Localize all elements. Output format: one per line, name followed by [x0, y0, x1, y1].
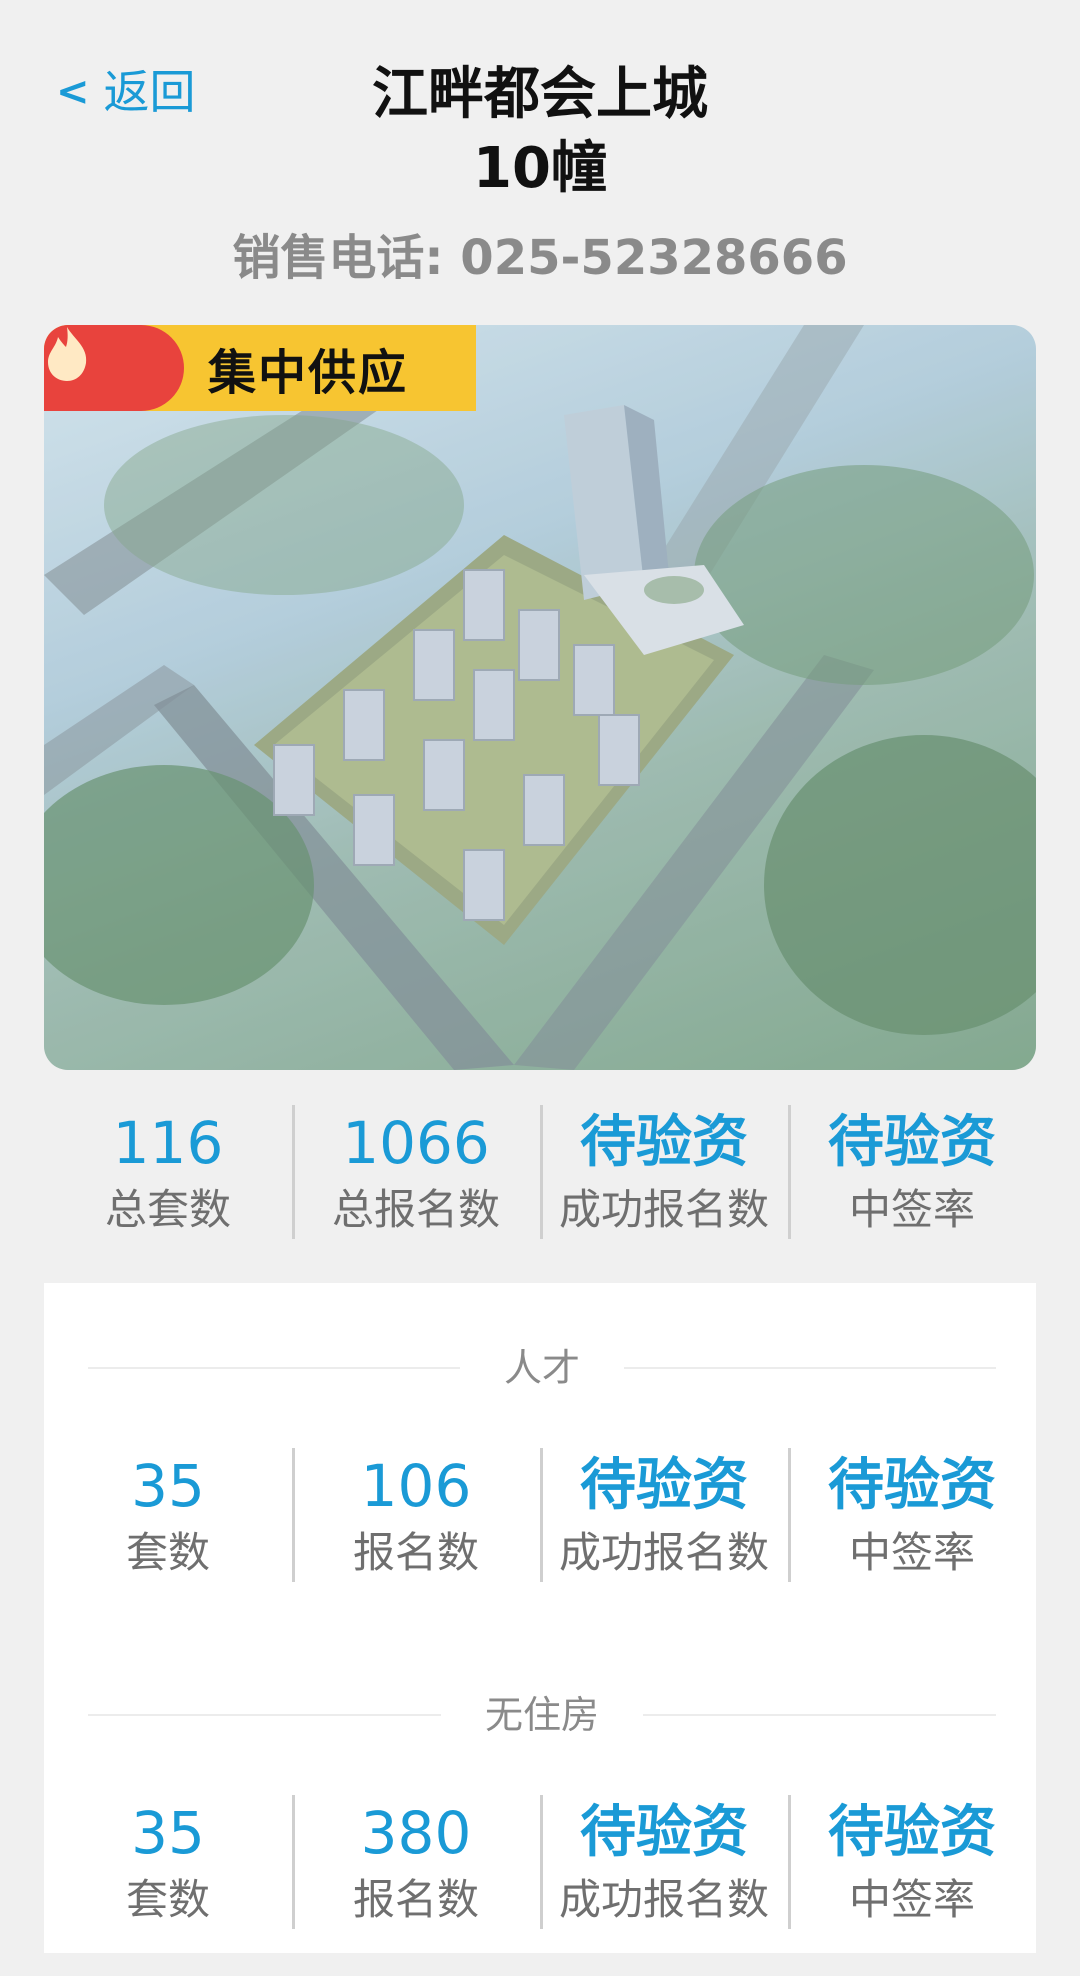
stat-winning-rate: 待验资 中签率 — [788, 1105, 1036, 1239]
project-rendering-image: 集中供应 — [44, 325, 1036, 1070]
stat-label: 中签率 — [848, 1185, 975, 1234]
stat-value: 待验资 — [580, 1110, 748, 1175]
stat-units: 35 套数 — [44, 1448, 292, 1582]
stat-value: 待验资 — [828, 1110, 996, 1175]
stat-label: 总套数 — [104, 1185, 231, 1234]
group-stats-no-housing: 35 套数 380 报名数 待验资 成功报名数 待验资 中签率 — [44, 1795, 1036, 1929]
group-title: 人才 — [504, 1346, 581, 1390]
stat-label: 报名数 — [352, 1875, 479, 1924]
project-name: 江畔都会上城 — [372, 62, 708, 127]
stat-label: 套数 — [125, 1875, 210, 1924]
stat-value: 待验资 — [580, 1800, 748, 1865]
stat-value: 106 — [360, 1452, 472, 1520]
stat-winning-rate: 待验资 中签率 — [788, 1448, 1036, 1582]
stat-value: 1066 — [342, 1109, 490, 1177]
stat-value: 116 — [112, 1109, 224, 1177]
project-detail-page: < 返回 江畔都会上城 10幢 销售电话: 025-52328666 集中供应 … — [0, 0, 1080, 1976]
stat-value: 待验资 — [828, 1800, 996, 1865]
stat-label: 成功报名数 — [558, 1185, 769, 1234]
supply-badge-text: 集中供应 — [208, 345, 409, 401]
supply-badge: 集中供应 — [44, 325, 476, 411]
stat-label: 报名数 — [352, 1528, 479, 1577]
stat-successful-registrations: 待验资 成功报名数 — [540, 1105, 788, 1239]
sales-phone[interactable]: 销售电话: 025-52328666 — [0, 226, 1080, 290]
stat-winning-rate: 待验资 中签率 — [788, 1795, 1036, 1929]
stat-label: 中签率 — [848, 1875, 975, 1924]
stat-total-registrations: 1066 总报名数 — [292, 1105, 540, 1239]
stat-label: 套数 — [125, 1528, 210, 1577]
summary-stats: 116 总套数 1066 总报名数 待验资 成功报名数 待验资 中签率 — [44, 1105, 1036, 1239]
group-title: 无住房 — [485, 1693, 600, 1737]
flame-icon — [44, 325, 184, 411]
group-stats-talent: 35 套数 106 报名数 待验资 成功报名数 待验资 中签率 — [44, 1448, 1036, 1582]
stat-successful-registrations: 待验资 成功报名数 — [540, 1795, 788, 1929]
stat-value: 35 — [131, 1799, 205, 1867]
stat-label: 成功报名数 — [558, 1528, 769, 1577]
stat-registrations: 380 报名数 — [292, 1795, 540, 1929]
aerial-rendering-illustration — [44, 325, 1036, 1070]
group-divider-no-housing: 无住房 — [88, 1693, 997, 1737]
building-number: 10幢 — [473, 136, 607, 201]
page-title: 江畔都会上城 10幢 — [0, 58, 1080, 206]
group-divider-talent: 人才 — [88, 1346, 997, 1390]
stat-label: 总报名数 — [331, 1185, 500, 1234]
stat-label: 成功报名数 — [558, 1875, 769, 1924]
stat-registrations: 106 报名数 — [292, 1448, 540, 1582]
category-stats-card: 人才 35 套数 106 报名数 待验资 成功报名数 待验资 中签率 无住房 3… — [44, 1283, 1036, 1953]
stat-value: 待验资 — [580, 1453, 748, 1518]
stat-successful-registrations: 待验资 成功报名数 — [540, 1448, 788, 1582]
stat-units: 35 套数 — [44, 1795, 292, 1929]
stat-total-units: 116 总套数 — [44, 1105, 292, 1239]
stat-value: 待验资 — [828, 1453, 996, 1518]
stat-value: 380 — [360, 1799, 472, 1867]
stat-label: 中签率 — [848, 1528, 975, 1577]
stat-value: 35 — [131, 1452, 205, 1520]
